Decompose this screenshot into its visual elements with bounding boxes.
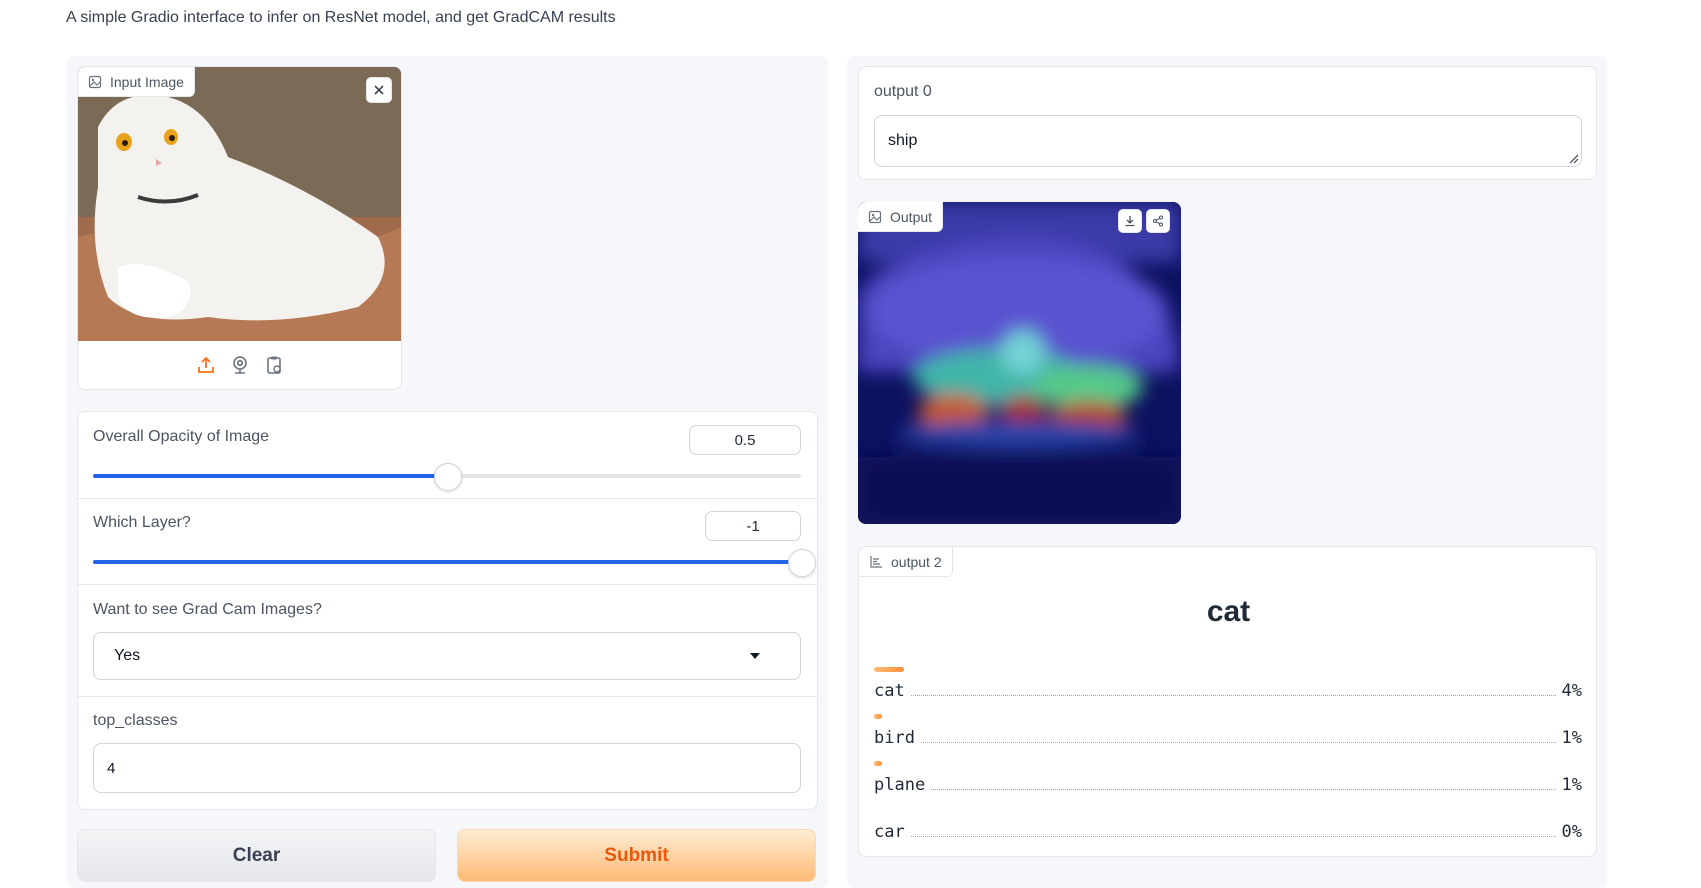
layer-value-input[interactable]: -1: [705, 511, 801, 541]
layer-slider[interactable]: [93, 549, 816, 577]
image-icon: [88, 75, 102, 88]
opacity-slider-label: Overall Opacity of Image: [93, 428, 270, 445]
opacity-slider[interactable]: [93, 463, 801, 491]
share-button[interactable]: [1146, 209, 1170, 233]
caret-down-icon: [750, 653, 760, 659]
confidence-row[interactable]: bird 1%: [874, 712, 1582, 759]
top-classes-input[interactable]: 4: [93, 743, 801, 793]
output-image-label: Output: [858, 202, 944, 232]
download-icon: [1125, 216, 1135, 227]
image-icon: [868, 210, 882, 223]
cat-photo: [78, 67, 401, 341]
confidence-value: 0%: [1555, 822, 1582, 842]
output0-label: output 0: [874, 83, 932, 100]
confidence-bar: [874, 761, 882, 766]
gradcam-dropdown-label: Want to see Grad Cam Images?: [93, 601, 322, 618]
output-image-label-text: Output: [890, 208, 933, 225]
output0-textbox[interactable]: ship: [874, 115, 1582, 167]
upload-button[interactable]: [196, 355, 216, 375]
layer-slider-thumb[interactable]: [788, 549, 816, 577]
close-image-button[interactable]: [366, 77, 392, 103]
confidence-row[interactable]: plane 1%: [874, 759, 1582, 806]
submit-button[interactable]: Submit: [457, 829, 816, 882]
dotted-leader: [931, 789, 1556, 790]
clear-button[interactable]: Clear: [77, 829, 436, 882]
bar-chart-icon: [870, 555, 882, 568]
download-button[interactable]: [1118, 209, 1142, 233]
webcam-icon: [232, 356, 247, 374]
clipboard-icon: [266, 356, 281, 374]
share-icon: [1153, 215, 1163, 227]
dotted-leader: [910, 695, 1556, 696]
top-classes-label: top_classes: [93, 712, 178, 729]
gradcam-dropdown-value: Yes: [114, 647, 141, 664]
output0-panel: output 0 ship: [858, 66, 1597, 180]
input-image-panel[interactable]: Input Image: [77, 66, 402, 390]
opacity-value-input[interactable]: 0.5: [689, 425, 801, 455]
input-image-label: Input Image: [78, 67, 195, 97]
confidence-row[interactable]: car 0%: [874, 806, 1582, 853]
resize-handle-icon[interactable]: [1569, 154, 1579, 164]
dotted-leader: [920, 742, 1556, 743]
input-image: [78, 67, 401, 341]
opacity-slider-thumb[interactable]: [434, 463, 462, 491]
divider: [78, 498, 817, 499]
predicted-label: cat: [1206, 595, 1251, 628]
layer-slider-fill: [93, 560, 801, 564]
app-description: A simple Gradio interface to infer on Re…: [66, 9, 616, 26]
output2-label: output 2: [859, 547, 953, 577]
input-image-label-text: Input Image: [110, 73, 184, 90]
close-icon: [374, 85, 384, 95]
opacity-slider-fill: [93, 474, 447, 478]
gradcam-output-image: [858, 202, 1181, 524]
clipboard-button[interactable]: [264, 355, 284, 375]
gradcam-dropdown[interactable]: Yes: [93, 632, 801, 680]
confidence-value: 1%: [1555, 775, 1582, 795]
dotted-leader: [910, 836, 1556, 837]
confidence-row[interactable]: cat 4%: [874, 665, 1582, 712]
confidence-label: cat: [874, 681, 911, 701]
confidence-bar: [874, 714, 882, 719]
divider: [78, 696, 817, 697]
confidence-value: 4%: [1555, 681, 1582, 701]
confidence-value: 1%: [1555, 728, 1582, 748]
controls-panel: Overall Opacity of Image 0.5 Which Layer…: [77, 411, 818, 810]
confidence-label: plane: [874, 775, 932, 795]
confidence-label: bird: [874, 728, 921, 748]
output2-panel: output 2 cat cat 4% bird 1% plane 1% car 0%: [858, 546, 1597, 857]
layer-slider-label: Which Layer?: [93, 514, 191, 531]
image-source-bar: [78, 341, 401, 389]
confidence-bar: [874, 667, 904, 672]
confidence-label: car: [874, 822, 911, 842]
confidence-list: cat 4% bird 1% plane 1% car 0%: [874, 665, 1582, 853]
output-image-panel[interactable]: Output: [858, 202, 1181, 524]
divider: [78, 584, 817, 585]
upload-icon: [197, 356, 214, 373]
webcam-button[interactable]: [230, 355, 250, 375]
output2-label-text: output 2: [891, 553, 942, 570]
